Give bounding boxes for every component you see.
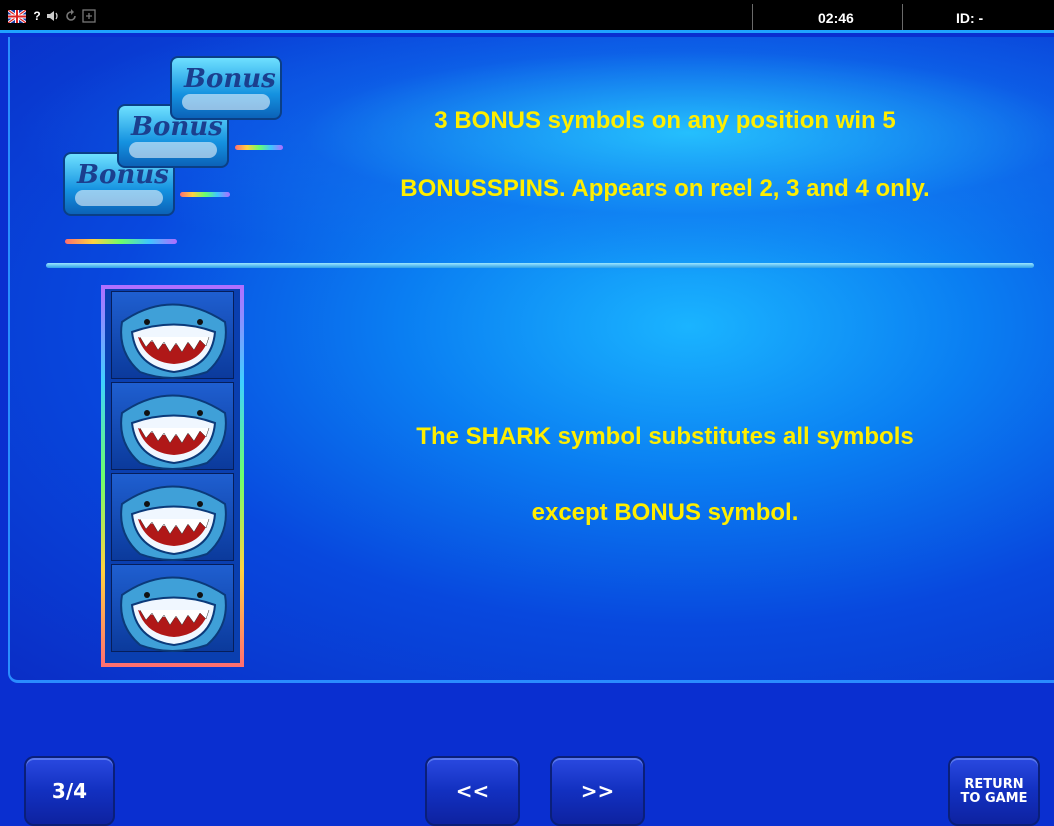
shark-reel (101, 285, 244, 667)
help-icon[interactable]: ? (32, 9, 42, 23)
shark-symbol-icon (111, 291, 234, 379)
return-button-line-2: TO GAME (960, 791, 1028, 806)
topbar-divider (752, 4, 753, 30)
bonus-description-line-2: BONUSSPINS. Appears on reel 2, 3 and 4 o… (400, 175, 930, 202)
section-divider (46, 263, 1034, 268)
shark-description-line-2: except BONUS symbol. (531, 499, 799, 526)
return-button-line-1: RETURN (964, 777, 1024, 792)
session-id: ID: - (956, 10, 984, 26)
previous-page-button[interactable]: << (425, 756, 520, 826)
bonus-symbol-icon: Bonus (170, 56, 282, 120)
return-to-game-button[interactable]: RETURN TO GAME (948, 756, 1040, 826)
uk-flag-icon[interactable] (8, 10, 26, 23)
topbar-divider (902, 4, 903, 30)
fullscreen-icon[interactable] (82, 9, 96, 23)
next-page-button[interactable]: >> (550, 756, 645, 826)
paytable-panel: Bonus Bonus Bonus 3 BONUS symbols on any… (8, 37, 1054, 683)
reload-icon[interactable] (64, 9, 78, 23)
shark-symbol-icon (111, 473, 234, 561)
sound-icon[interactable] (46, 9, 60, 23)
shark-description-line-1: The SHARK symbol substitutes all symbols (416, 423, 914, 450)
bonus-symbol-label: Bonus (184, 64, 276, 94)
clock: 02:46 (818, 10, 854, 26)
page-indicator: 3/4 (24, 756, 115, 826)
bonus-description-line-1: 3 BONUS symbols on any position win 5 (434, 107, 896, 134)
top-bar: ? 02:46 ID: - (0, 0, 1054, 33)
shark-symbol-icon (111, 564, 234, 652)
shark-symbol-icon (111, 382, 234, 470)
